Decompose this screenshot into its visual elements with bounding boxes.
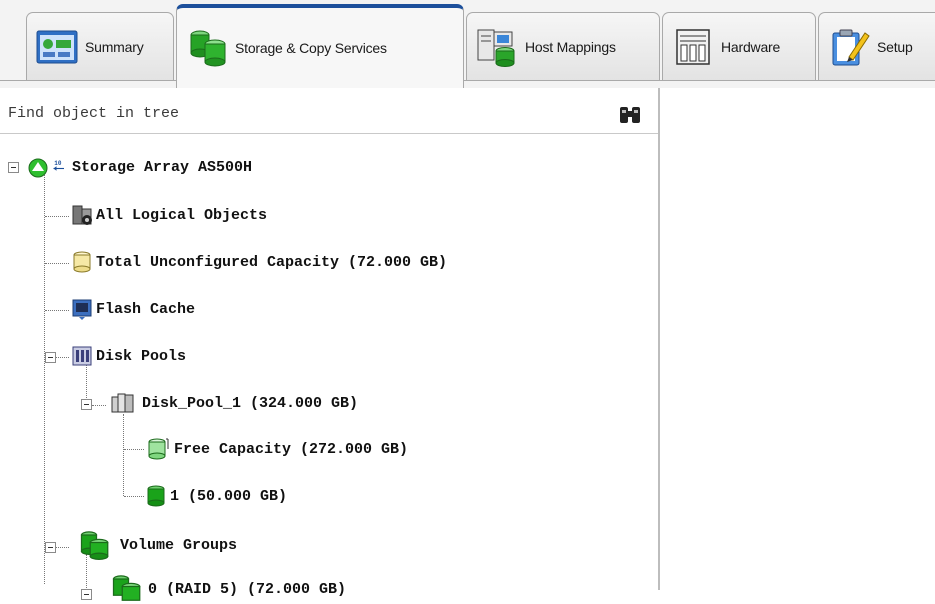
tab-strip-divider: [0, 80, 935, 81]
storage-cylinders-icon: [190, 30, 226, 67]
tree-node-label: 1 (50.000 GB): [170, 487, 288, 505]
tab-hardware[interactable]: Hardware: [662, 12, 816, 80]
find-object-input[interactable]: [6, 100, 610, 126]
disk-pool-icon: [111, 393, 134, 413]
volume-icon: [147, 485, 165, 507]
hardware-icon: [676, 28, 710, 65]
tree-connector: [124, 449, 144, 450]
tree-connector: [124, 496, 144, 497]
object-tree: 10 Storage Array AS500H All Logical Obje…: [0, 134, 658, 601]
tab-host-mappings-label: Host Mappings: [525, 38, 616, 55]
tree-node-unconfigured-capacity[interactable]: Total Unconfigured Capacity (72.000 GB): [70, 247, 447, 277]
free-capacity-icon: [148, 438, 169, 460]
tree-node-free-capacity[interactable]: Free Capacity (272.000 GB): [144, 434, 408, 464]
tree-node-label: Flash Cache: [96, 300, 196, 318]
host-mappings-icon: [477, 29, 515, 67]
flash-cache-icon: [72, 299, 92, 320]
tab-setup[interactable]: Setup: [818, 12, 935, 80]
tree-node-volume-1[interactable]: 1 (50.000 GB): [144, 481, 287, 511]
tree-node-label: All Logical Objects: [96, 206, 268, 224]
tab-summary-label: Summary: [85, 38, 144, 55]
tree-node-storage-array[interactable]: 10 Storage Array AS500H: [24, 152, 252, 182]
unconfigured-capacity-icon: [73, 251, 91, 273]
tree-node-disk-pools[interactable]: Disk Pools: [70, 341, 186, 371]
volume-group-icon: [112, 575, 141, 601]
tree-node-label: Disk_Pool_1 (324.000 GB): [142, 394, 359, 412]
tree-node-label: Volume Groups: [120, 536, 238, 554]
tree-connector: [92, 405, 106, 406]
tree-node-label: Storage Array AS500H: [72, 158, 253, 176]
tree-node-volume-group-0[interactable]: 0 (RAID 5) (72.000 GB): [106, 574, 346, 604]
details-pane: [660, 88, 935, 590]
tree-node-label: 0 (RAID 5) (72.000 GB): [148, 580, 347, 598]
tree-node-flash-cache[interactable]: Flash Cache: [70, 294, 195, 324]
tree-connector: [45, 310, 69, 311]
tab-setup-label: Setup: [877, 38, 913, 55]
tree-toggle-volume-groups[interactable]: [45, 542, 56, 553]
disk-pools-icon: [72, 346, 92, 366]
tree-node-disk-pool-1[interactable]: Disk_Pool_1 (324.000 GB): [106, 388, 358, 418]
setup-clipboard-icon: [832, 29, 870, 65]
tree-connector: [123, 414, 124, 496]
tree-connector: [45, 263, 69, 264]
tab-bar: Summary Storage & Copy Services Host Map…: [0, 0, 935, 88]
summary-icon: [36, 30, 78, 63]
tab-summary[interactable]: Summary: [26, 12, 174, 80]
tree-toggle-volume-group-0[interactable]: [81, 589, 92, 600]
tree-node-label: Disk Pools: [96, 347, 187, 365]
tab-storage-label: Storage & Copy Services: [235, 40, 387, 56]
svg-text:10: 10: [54, 160, 62, 167]
storage-array-status-icon: [28, 158, 48, 178]
tab-host-mappings[interactable]: Host Mappings: [466, 12, 660, 80]
logical-objects-icon: [72, 205, 92, 225]
tree-toggle-root[interactable]: [8, 162, 19, 173]
tree-node-label: Total Unconfigured Capacity (72.000 GB): [96, 253, 448, 271]
tab-hardware-label: Hardware: [721, 38, 781, 55]
connection-arrows-icon: 10: [53, 160, 64, 171]
object-tree-panel: 10 Storage Array AS500H All Logical Obje…: [0, 88, 660, 601]
volume-groups-icon: [80, 531, 109, 560]
tree-toggle-disk-pool-1[interactable]: [81, 399, 92, 410]
tree-node-label: Free Capacity (272.000 GB): [174, 440, 409, 458]
tree-node-all-logical-objects[interactable]: All Logical Objects: [70, 200, 267, 230]
tree-node-volume-groups[interactable]: Volume Groups: [70, 530, 237, 560]
find-binoculars-icon[interactable]: [618, 104, 642, 126]
tree-connector: [44, 169, 45, 584]
find-bar: [0, 88, 658, 134]
tab-storage-copy-services[interactable]: Storage & Copy Services: [176, 4, 464, 88]
tree-toggle-disk-pools[interactable]: [45, 352, 56, 363]
tree-connector: [45, 216, 69, 217]
